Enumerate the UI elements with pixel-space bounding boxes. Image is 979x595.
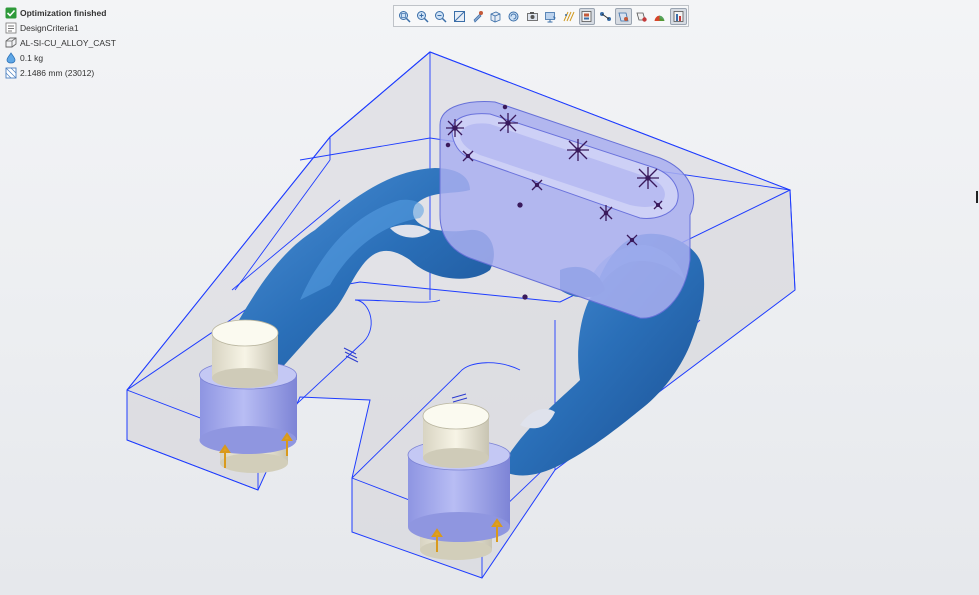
pan-icon xyxy=(473,10,483,23)
connections-icon xyxy=(599,11,611,21)
design-criteria-label: DesignCriteria1 xyxy=(20,22,79,33)
display-mode-button[interactable] xyxy=(542,8,559,25)
results-icon xyxy=(673,10,684,22)
color-map-button[interactable] xyxy=(652,8,669,25)
show-design-space-icon xyxy=(582,10,592,22)
show-constraints-button[interactable] xyxy=(615,7,632,25)
rotate-view-button[interactable] xyxy=(506,8,523,25)
viewport-edge-handle[interactable] xyxy=(976,191,978,203)
rotate-view-icon xyxy=(508,11,519,21)
mass-value: 0.1 kg xyxy=(20,52,44,63)
display-mode-icon xyxy=(545,11,556,22)
criteria-icon xyxy=(4,22,17,34)
results-button[interactable] xyxy=(669,7,687,25)
zoom-in-icon xyxy=(417,10,429,23)
model-viewport[interactable] xyxy=(0,0,979,595)
zoom-in-button[interactable] xyxy=(414,8,431,25)
zoom-fit-icon xyxy=(398,10,411,23)
mass-icon xyxy=(4,51,17,64)
view-cube-icon xyxy=(490,11,501,22)
view-cube-button[interactable] xyxy=(487,8,504,25)
zoom-out-icon xyxy=(435,10,447,23)
zoom-area-button[interactable] xyxy=(451,8,468,25)
status-row-design-criteria[interactable]: DesignCriteria1 xyxy=(4,20,116,35)
connections-button[interactable] xyxy=(597,8,614,25)
material-icon xyxy=(4,37,17,49)
view-toolbar xyxy=(393,5,689,27)
optimization-status-panel: Optimization finished DesignCriteria1 AL… xyxy=(4,5,116,80)
show-loads-icon xyxy=(636,12,647,22)
section-button[interactable] xyxy=(560,8,577,25)
color-map-icon xyxy=(654,15,665,21)
status-row-mass[interactable]: 0.1 kg xyxy=(4,50,116,65)
status-row-optimization[interactable]: Optimization finished xyxy=(4,5,116,20)
show-constraints-icon xyxy=(618,12,629,21)
status-row-mesh-size[interactable]: 2.1486 mm (23012) xyxy=(4,65,116,80)
section-icon xyxy=(563,11,575,21)
mesh-size-icon xyxy=(4,67,17,79)
mesh-size-value: 2.1486 mm (23012) xyxy=(20,67,95,78)
material-label: AL-SI-CU_ALLOY_CAST xyxy=(20,37,116,48)
show-design-space-button[interactable] xyxy=(578,7,596,25)
zoom-area-icon xyxy=(453,10,465,22)
pan-button[interactable] xyxy=(469,8,486,25)
status-row-material[interactable]: AL-SI-CU_ALLOY_CAST xyxy=(4,35,116,50)
show-loads-button[interactable] xyxy=(633,8,650,25)
zoom-out-button[interactable] xyxy=(433,8,450,25)
zoom-fit-button[interactable] xyxy=(396,8,413,25)
status-text: Optimization finished xyxy=(20,7,107,18)
camera-button[interactable] xyxy=(524,8,541,25)
check-icon xyxy=(4,7,17,19)
camera-icon xyxy=(526,11,538,21)
